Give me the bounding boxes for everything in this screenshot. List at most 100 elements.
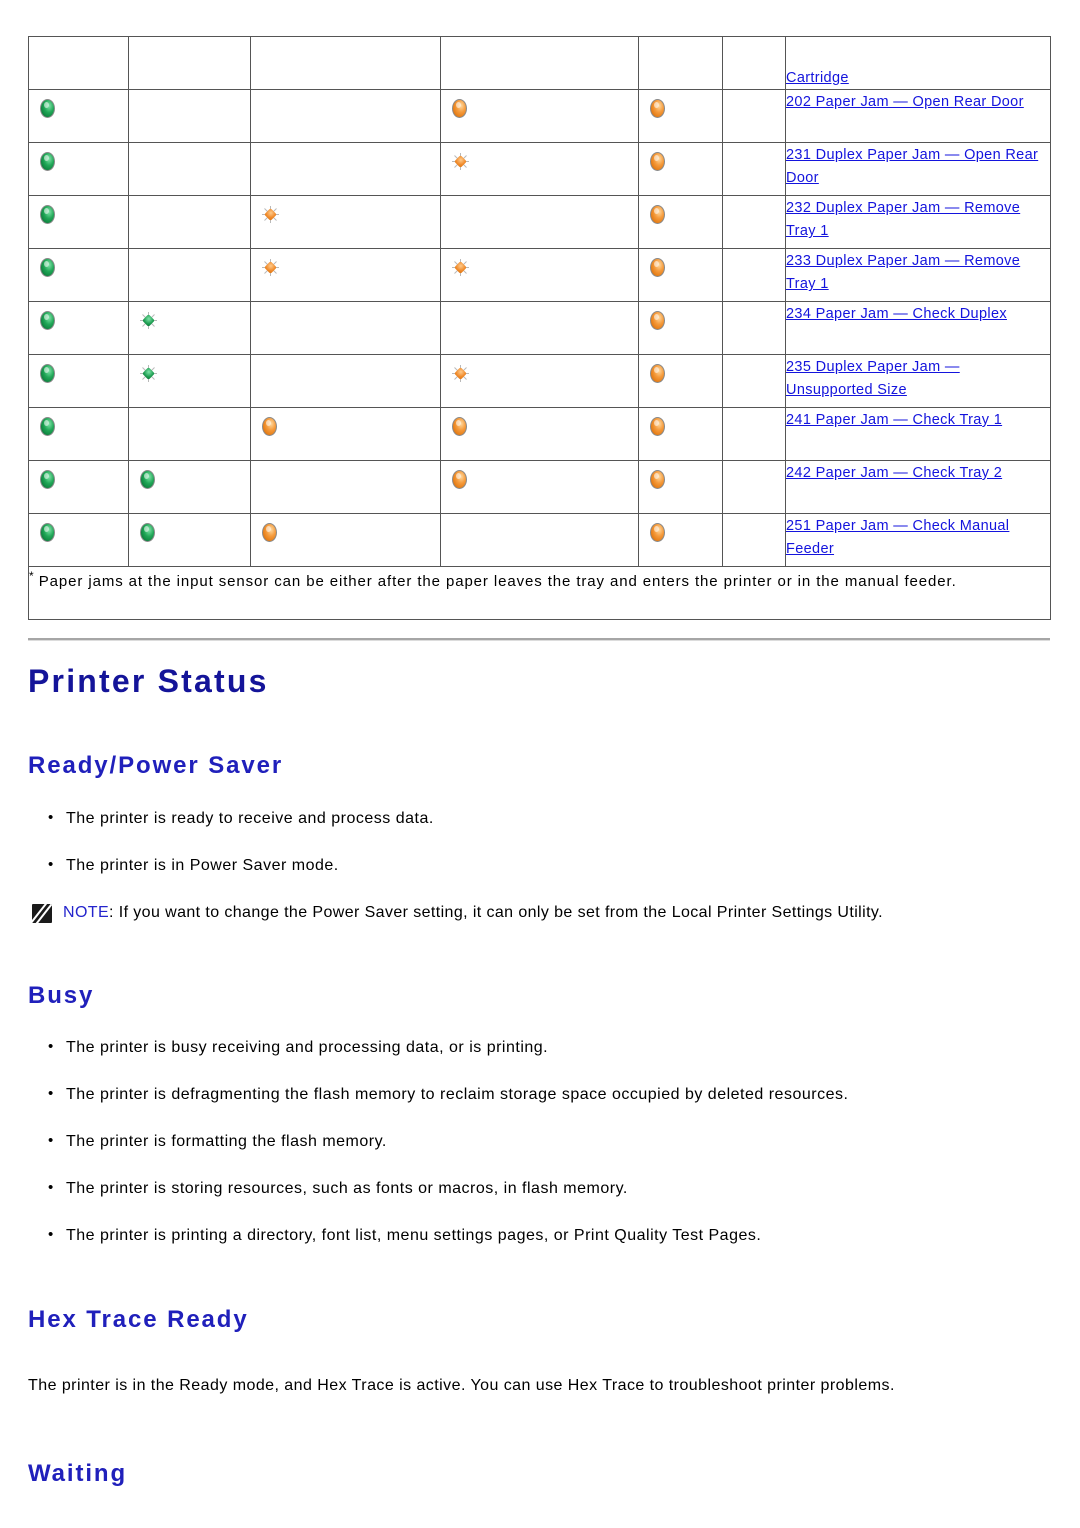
note-text: NOTE: If you want to change the Power Sa… — [63, 903, 883, 924]
lamp-cell-toner — [128, 89, 251, 143]
lamp-cell-toner — [128, 195, 251, 249]
lamp-on-orange-icon — [639, 90, 722, 123]
list-item: The printer is defragmenting the flash m… — [48, 1084, 1050, 1106]
message-link[interactable]: 241 Paper Jam — Check Tray 1 — [786, 412, 1002, 428]
lamp-cell-paper-jam — [440, 195, 639, 249]
lamp-cell-load-paper — [250, 36, 441, 90]
lamp-cell-ready — [28, 354, 129, 408]
bullet-list-ready-power-saver: The printer is ready to receive and proc… — [28, 808, 1050, 877]
message-link[interactable]: 231 Duplex Paper Jam — Open Rear Door — [786, 147, 1038, 186]
table-row: 233 Duplex Paper Jam — Remove Tray 1 — [28, 248, 1051, 302]
lamp-cell-toner — [128, 301, 251, 355]
lamp-on-orange-icon — [441, 461, 638, 494]
lamp-on-green-icon — [29, 302, 128, 335]
lamp-cell-press-button — [722, 301, 786, 355]
lamp-on-orange-icon — [639, 249, 722, 282]
message-link[interactable]: 233 Duplex Paper Jam — Remove Tray 1 — [786, 253, 1020, 292]
lamp-cell-ready — [28, 142, 129, 196]
lamp-cell-paper-jam — [440, 36, 639, 90]
table-row: 231 Duplex Paper Jam — Open Rear Door — [28, 142, 1051, 196]
message-link[interactable]: 232 Duplex Paper Jam — Remove Tray 1 — [786, 200, 1020, 239]
lamp-on-green-icon — [29, 143, 128, 176]
lamp-cell-paper-jam — [440, 142, 639, 196]
page-title: Printer Status — [28, 663, 269, 699]
note-body: : If you want to change the Power Saver … — [109, 903, 883, 921]
message-link[interactable]: 235 Duplex Paper Jam — Unsupported Size — [786, 359, 960, 398]
paragraph-hex-trace: The printer is in the Ready mode, and He… — [28, 1377, 895, 1395]
lamp-on-orange-icon — [251, 514, 440, 547]
lamp-cell-paper-jam — [440, 460, 639, 514]
message-link[interactable]: 202 Paper Jam — Open Rear Door — [786, 94, 1024, 110]
lamp-cell-ready — [28, 36, 129, 90]
document-page: Cartridge 202 Paper Jam — Open Rear Door… — [0, 0, 1080, 1528]
lamp-cell-load-paper — [250, 248, 441, 302]
lamp-cell-toner — [128, 248, 251, 302]
lamp-on-green-icon — [129, 514, 250, 547]
lamp-cell-toner — [128, 354, 251, 408]
lamp-blink-orange-icon — [251, 196, 440, 228]
lamp-cell-load-paper — [250, 195, 441, 249]
message-cell: 234 Paper Jam — Check Duplex — [785, 301, 1051, 355]
lamp-cell-paper-jam — [440, 301, 639, 355]
message-cell: 242 Paper Jam — Check Tray 2 — [785, 460, 1051, 514]
lamp-cell-toner — [128, 142, 251, 196]
table-row: 232 Duplex Paper Jam — Remove Tray 1 — [28, 195, 1051, 249]
lamp-cell-ready — [28, 89, 129, 143]
lamp-cell-press-button — [722, 36, 786, 90]
footnote-text: * Paper jams at the input sensor can be … — [29, 567, 1050, 594]
lamp-cell-paper-jam — [440, 354, 639, 408]
lamp-on-green-icon — [29, 461, 128, 494]
message-link[interactable]: 251 Paper Jam — Check Manual Feeder — [786, 518, 1009, 557]
lamp-cell-toner — [128, 513, 251, 567]
lamp-cell-press-button — [722, 354, 786, 408]
lamp-on-orange-icon — [639, 408, 722, 441]
lamp-blink-orange-icon — [251, 249, 440, 281]
section-heading-hex-trace-ready: Hex Trace Ready — [28, 1306, 249, 1334]
list-item: The printer is busy receiving and proces… — [48, 1037, 1050, 1059]
lamp-cell-load-paper — [250, 460, 441, 514]
lamp-on-orange-icon — [251, 408, 440, 441]
footnote-body: Paper jams at the input sensor can be ei… — [38, 573, 957, 590]
lamp-cell-ready — [28, 407, 129, 461]
message-link[interactable]: Cartridge — [786, 70, 849, 86]
message-cell: 235 Duplex Paper Jam — Unsupported Size — [785, 354, 1051, 408]
message-cell: 202 Paper Jam — Open Rear Door — [785, 89, 1051, 143]
lamp-cell-press-button — [722, 89, 786, 143]
list-item: The printer is in Power Saver mode. — [48, 855, 1050, 877]
lamp-cell-ready — [28, 460, 129, 514]
lamp-on-green-icon — [29, 514, 128, 547]
lamp-cell-error — [638, 36, 723, 90]
lamp-cell-press-button — [722, 142, 786, 196]
section-heading-ready-power-saver: Ready/Power Saver — [28, 752, 284, 780]
table-footnote-row: * Paper jams at the input sensor can be … — [28, 566, 1051, 620]
lamp-cell-paper-jam — [440, 513, 639, 567]
lamp-on-green-icon — [129, 461, 250, 494]
lamp-cell-press-button — [722, 407, 786, 461]
lamp-cell-load-paper — [250, 354, 441, 408]
lamp-cell-error — [638, 301, 723, 355]
message-link[interactable]: 242 Paper Jam — Check Tray 2 — [786, 465, 1002, 481]
table-row: 202 Paper Jam — Open Rear Door — [28, 89, 1051, 143]
lamp-blink-green-icon — [129, 302, 250, 334]
table-row: 235 Duplex Paper Jam — Unsupported Size — [28, 354, 1051, 408]
lamp-on-green-icon — [29, 408, 128, 441]
note-label: NOTE — [63, 903, 110, 921]
lamp-on-orange-icon — [639, 355, 722, 388]
lamp-on-orange-icon — [639, 143, 722, 176]
lamp-on-orange-icon — [441, 90, 638, 123]
lamp-cell-toner — [128, 407, 251, 461]
section-heading-busy: Busy — [28, 981, 95, 1009]
lamp-cell-error — [638, 460, 723, 514]
message-link[interactable]: 234 Paper Jam — Check Duplex — [786, 306, 1007, 322]
lamp-cell-error — [638, 89, 723, 143]
printer-lamp-status-table: Cartridge 202 Paper Jam — Open Rear Door… — [28, 36, 1051, 620]
lamp-cell-paper-jam — [440, 407, 639, 461]
lamp-on-green-icon — [29, 90, 128, 123]
message-cell: 241 Paper Jam — Check Tray 1 — [785, 407, 1051, 461]
lamp-blink-orange-icon — [441, 249, 638, 281]
lamp-cell-press-button — [722, 195, 786, 249]
